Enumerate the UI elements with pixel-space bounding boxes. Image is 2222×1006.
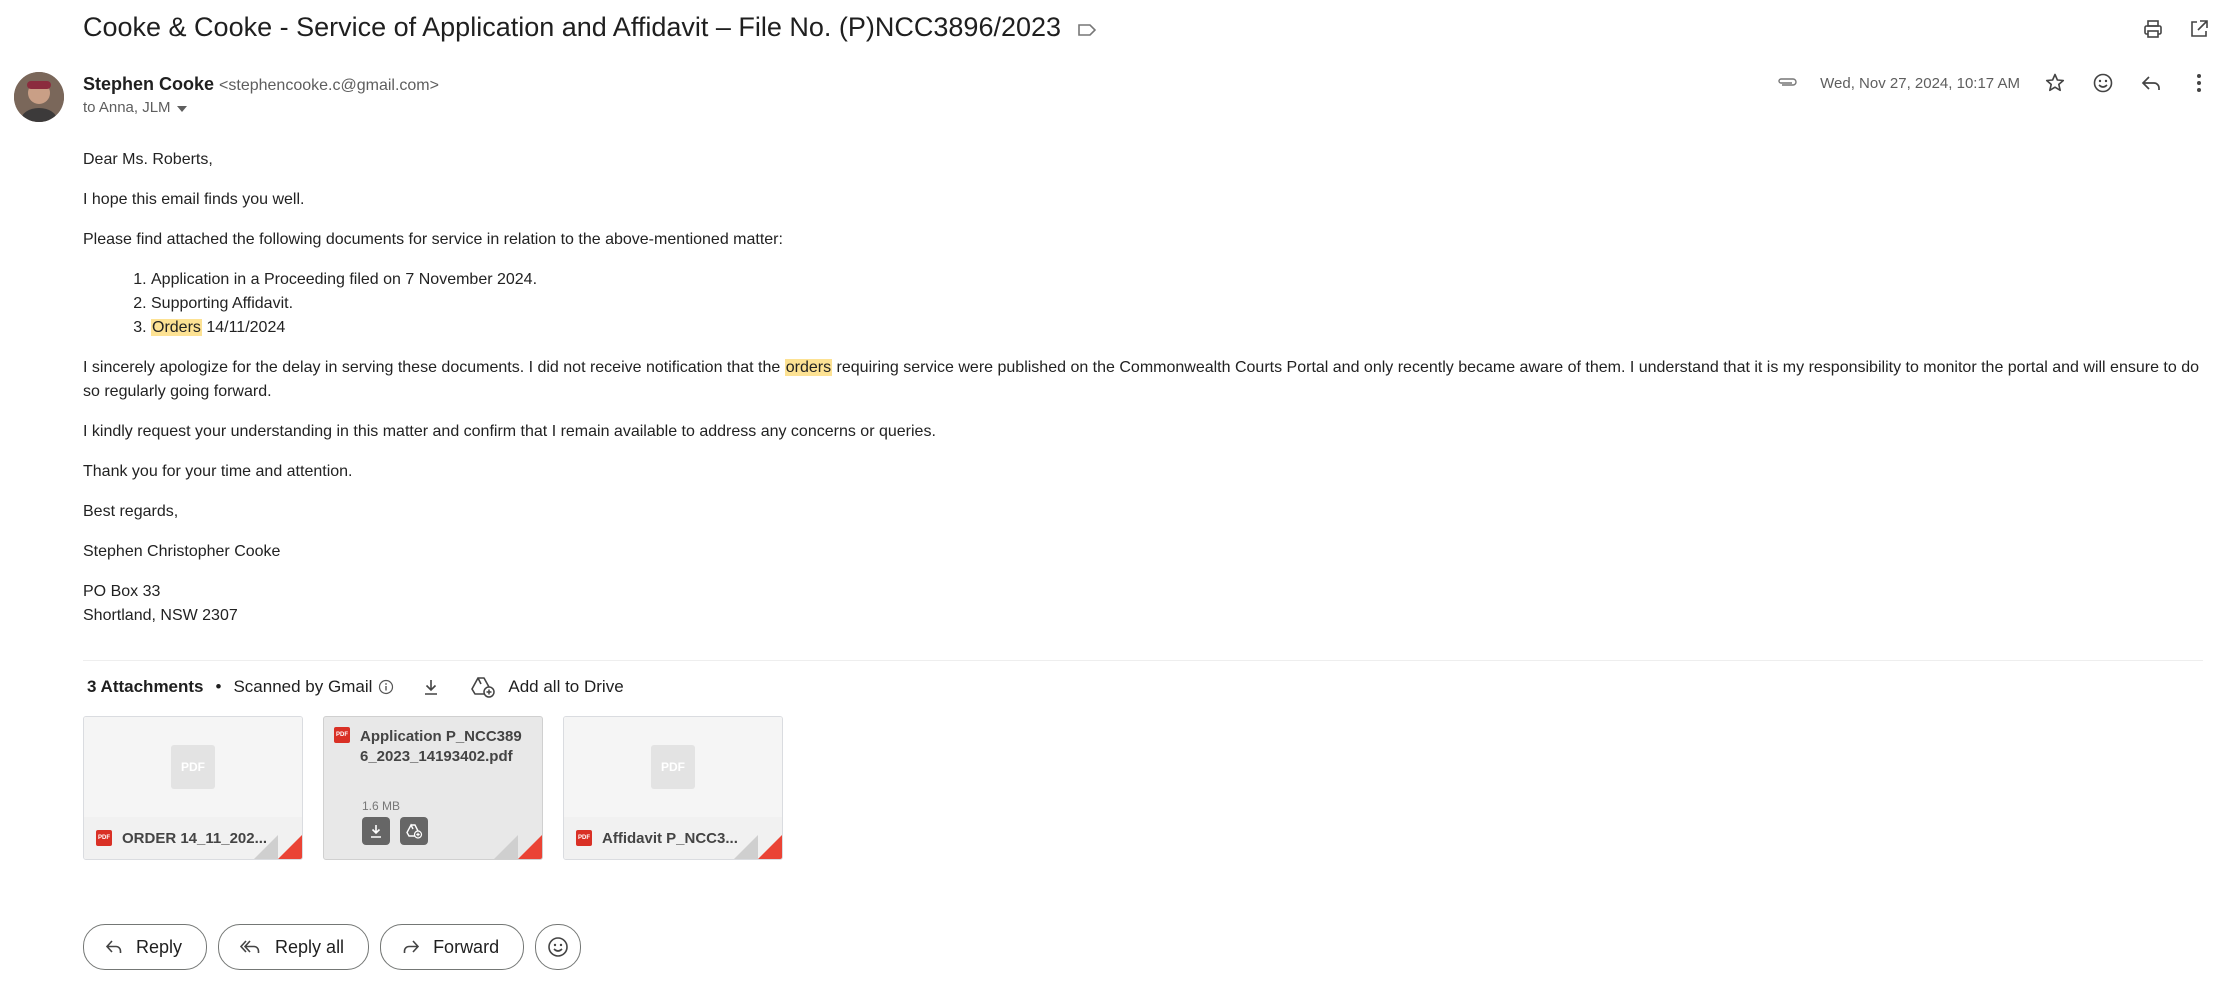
address-line: PO Box 33 bbox=[83, 583, 161, 600]
reply-actions: Reply Reply all Forward bbox=[83, 924, 582, 970]
attachment-tile[interactable]: PDF Application P_NCC3896_2023_14193402.… bbox=[323, 716, 543, 860]
divider bbox=[83, 660, 2203, 661]
download-all-icon[interactable] bbox=[422, 678, 440, 696]
emoji-reaction-icon[interactable] bbox=[2090, 70, 2116, 96]
star-icon[interactable] bbox=[2042, 70, 2068, 96]
search-highlight: orders bbox=[784, 359, 833, 376]
list-item-text: 14/11/2024 bbox=[201, 319, 286, 336]
attachment-name: Affidavit P_NCC3... bbox=[602, 829, 738, 847]
attachments-count: 3 Attachments bbox=[87, 677, 204, 696]
scanned-label: Scanned by Gmail bbox=[233, 677, 373, 696]
pdf-icon: PDF bbox=[576, 830, 592, 846]
body-text: I sincerely apologize for the delay in s… bbox=[83, 359, 785, 376]
corner-fold bbox=[278, 835, 302, 859]
search-highlight: Orders bbox=[151, 319, 202, 336]
label-icon[interactable] bbox=[1076, 19, 1098, 41]
reply-icon bbox=[105, 940, 122, 953]
download-icon[interactable] bbox=[362, 817, 390, 845]
separator-dot: • bbox=[215, 677, 222, 696]
body-paragraph: I kindly request your understanding in t… bbox=[83, 423, 936, 440]
body-paragraph: I sincerely apologize for the delay in s… bbox=[83, 356, 2203, 404]
list-item: Orders 14/11/2024 bbox=[151, 316, 2203, 340]
reply-all-label: Reply all bbox=[275, 936, 345, 957]
attachment-tile[interactable]: PDF PDF Affidavit P_NCC3... bbox=[563, 716, 783, 860]
pdf-icon: PDF bbox=[96, 830, 112, 846]
attachment-icon bbox=[1776, 75, 1798, 92]
address-line: Shortland, NSW 2307 bbox=[83, 607, 238, 624]
attachment-tile[interactable]: PDF PDF ORDER 14_11_202... bbox=[83, 716, 303, 860]
reply-all-button[interactable]: Reply all bbox=[218, 924, 370, 970]
open-in-new-window-icon[interactable] bbox=[2186, 16, 2212, 42]
reply-all-icon bbox=[239, 940, 260, 953]
corner-fold bbox=[758, 835, 782, 859]
email-body: Dear Ms. Roberts, I hope this email find… bbox=[83, 148, 2203, 628]
reply-icon[interactable] bbox=[2138, 70, 2164, 96]
list-item: Supporting Affidavit. bbox=[151, 292, 2203, 316]
body-paragraph: Thank you for your time and attention. bbox=[83, 463, 353, 480]
reply-button[interactable]: Reply bbox=[83, 924, 208, 970]
signature-name: Stephen Christopher Cooke bbox=[83, 543, 281, 560]
emoji-reaction-button[interactable] bbox=[535, 924, 582, 970]
forward-button[interactable]: Forward bbox=[380, 924, 525, 970]
pdf-placeholder-icon: PDF bbox=[171, 745, 215, 789]
pdf-icon: PDF bbox=[334, 727, 350, 743]
info-icon[interactable] bbox=[378, 679, 394, 695]
emoji-icon bbox=[548, 937, 568, 957]
attachment-thumbnail: PDF bbox=[84, 717, 302, 817]
more-options-icon[interactable] bbox=[2186, 70, 2212, 96]
pdf-placeholder-icon: PDF bbox=[651, 745, 695, 789]
sender-email: <stephencooke.c@gmail.com> bbox=[219, 77, 439, 94]
sender-name[interactable]: Stephen Cooke bbox=[83, 74, 214, 94]
recipients-label: to Anna, JLM bbox=[83, 99, 171, 116]
chevron-down-icon[interactable] bbox=[176, 99, 187, 116]
document-list: Application in a Proceeding filed on 7 N… bbox=[83, 268, 2203, 340]
attachment-name: ORDER 14_11_202... bbox=[122, 829, 268, 847]
body-paragraph: I hope this email finds you well. bbox=[83, 191, 305, 208]
email-date: Wed, Nov 27, 2024, 10:17 AM bbox=[1820, 74, 2020, 92]
add-to-drive-icon[interactable] bbox=[470, 676, 496, 698]
sender-line: Stephen Cooke <stephencooke.c@gmail.com> bbox=[83, 74, 439, 95]
forward-icon bbox=[403, 940, 420, 953]
attachments-header: 3 Attachments • Scanned by Gmail Add all… bbox=[87, 676, 624, 698]
greeting: Dear Ms. Roberts, bbox=[83, 151, 213, 168]
reply-label: Reply bbox=[136, 936, 183, 957]
body-paragraph: Please find attached the following docum… bbox=[83, 231, 783, 248]
avatar[interactable] bbox=[14, 72, 64, 122]
add-all-to-drive-button[interactable]: Add all to Drive bbox=[508, 677, 623, 697]
attachment-name: Application P_NCC3896_2023_14193402.pdf bbox=[360, 728, 522, 765]
email-subject: Cooke & Cooke - Service of Application a… bbox=[83, 12, 1062, 42]
attachment-size: 1.6 MB bbox=[362, 799, 401, 813]
recipients[interactable]: to Anna, JLM bbox=[83, 99, 187, 116]
corner-fold bbox=[518, 835, 542, 859]
attachment-thumbnail: PDF bbox=[564, 717, 782, 817]
print-icon[interactable] bbox=[2140, 16, 2166, 42]
list-item: Application in a Proceeding filed on 7 N… bbox=[151, 268, 2203, 292]
add-to-drive-icon[interactable] bbox=[400, 817, 428, 845]
forward-label: Forward bbox=[433, 936, 500, 957]
closing: Best regards, bbox=[83, 503, 179, 520]
